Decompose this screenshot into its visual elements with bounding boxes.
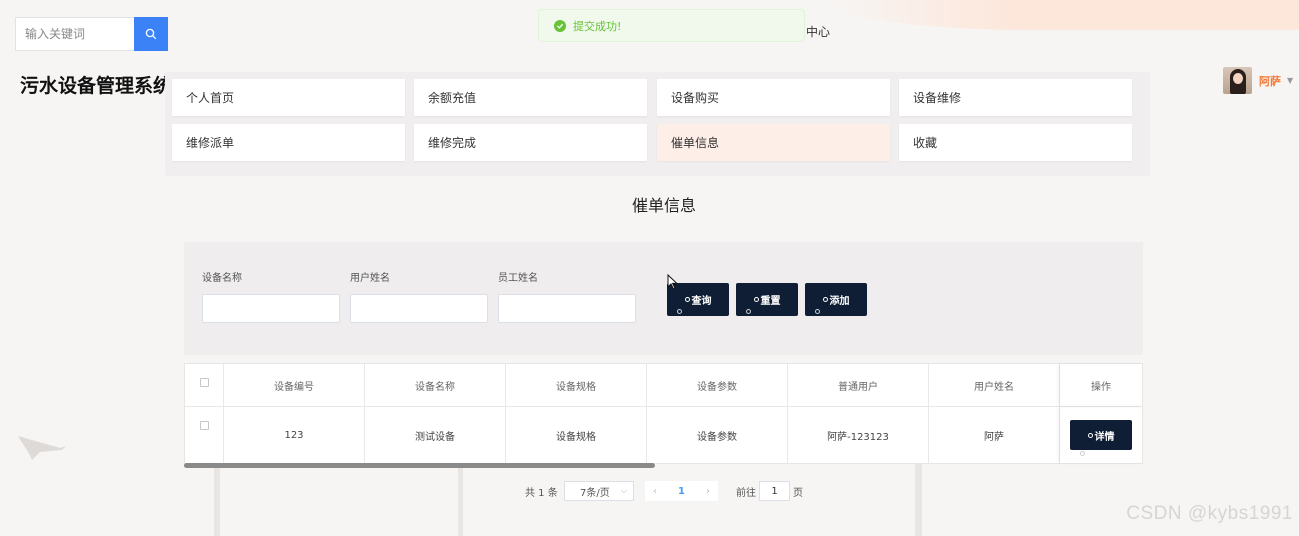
nav-item-home[interactable]: 个人首页 (172, 79, 405, 116)
details-button-label: 详情 (1094, 431, 1115, 443)
header-decoration (829, 0, 1299, 30)
column-header: 设备编号 (224, 364, 365, 406)
user-name-label: 用户姓名 (350, 273, 390, 284)
reset-button[interactable]: 重置 (736, 283, 798, 316)
staff-name-label: 员工姓名 (498, 273, 538, 284)
details-button[interactable]: 详情 (1070, 420, 1132, 456)
toast-message: 提交成功! (573, 19, 622, 33)
goto-label: 前往 (736, 487, 756, 499)
avatar[interactable] (1223, 67, 1252, 94)
reset-button-label: 重置 (760, 296, 781, 307)
prev-page-icon[interactable]: ‹ (653, 486, 657, 497)
page-number[interactable]: 1 (678, 486, 685, 497)
table-cell: 测试设备 (365, 407, 506, 463)
goto-page-input[interactable]: 1 (759, 481, 790, 501)
search-bar (15, 17, 168, 51)
table-cell: 123 (224, 407, 365, 463)
column-header: 设备参数 (647, 364, 788, 406)
caret-down-icon[interactable]: ▼ (1287, 76, 1293, 85)
search-icon (145, 28, 157, 40)
column-header: 用户姓名 (929, 364, 1060, 406)
user-name[interactable]: 阿萨 (1259, 73, 1281, 89)
watermark: CSDN @kybs1991 (1126, 503, 1293, 524)
page-suffix: 页 (793, 487, 803, 499)
success-toast: 提交成功! (538, 9, 805, 42)
action-cell: 详情 (1060, 407, 1142, 463)
dot-icon (684, 297, 690, 302)
staff-name-input[interactable] (498, 294, 636, 323)
user-name-input[interactable] (350, 294, 488, 323)
page-title: 催单信息 (631, 196, 696, 215)
search-input[interactable] (15, 17, 134, 51)
nav-panel: 个人首页 余额充值 设备购买 设备维修 维修派单 维修完成 催单信息 收藏 (165, 72, 1150, 176)
row-select-cell (185, 407, 224, 463)
nav-item-reminder-info[interactable]: 催单信息 (657, 124, 890, 161)
row-checkbox[interactable] (199, 421, 209, 430)
column-header: 操作 (1060, 364, 1142, 406)
table-cell: 阿萨-123123 (788, 407, 929, 463)
data-table: 设备编号 设备名称 设备规格 设备参数 普通用户 用户姓名 操作 123 测试设… (184, 363, 1143, 464)
table-cell: 阿萨 (929, 407, 1060, 463)
horizontal-scrollbar[interactable] (184, 463, 655, 468)
table-cell: 设备参数 (647, 407, 788, 463)
column-header: 普通用户 (788, 364, 929, 406)
filter-panel: 设备名称 用户姓名 员工姓名 查询 重置 添加 (184, 242, 1143, 355)
chevron-down-icon: ⌵ (620, 486, 627, 495)
table-header-row: 设备编号 设备名称 设备规格 设备参数 普通用户 用户姓名 操作 (185, 364, 1142, 407)
mouse-cursor-icon (667, 274, 679, 290)
pager: ‹ 1 › (645, 481, 718, 501)
nav-item-recharge[interactable]: 余额充值 (414, 79, 647, 116)
site-title: 污水设备管理系统 (20, 75, 173, 97)
nav-item-favorites[interactable]: 收藏 (899, 124, 1132, 161)
user-menu[interactable]: 阿萨 ▼ (1223, 67, 1293, 94)
check-circle-icon (554, 19, 566, 32)
table-row: 123 测试设备 设备规格 设备参数 阿萨-123123 阿萨 详情 (185, 407, 1142, 463)
device-name-input[interactable] (202, 294, 340, 323)
nav-item-repair-complete[interactable]: 维修完成 (414, 124, 647, 161)
center-nav-link[interactable]: 中心 (806, 23, 830, 40)
nav-item-device-repair[interactable]: 设备维修 (899, 79, 1132, 116)
nav-item-device-purchase[interactable]: 设备购买 (657, 79, 890, 116)
select-all-checkbox[interactable] (199, 378, 209, 387)
select-all-cell (185, 364, 224, 406)
page-size-value: 7条/页 (580, 487, 610, 499)
search-button[interactable] (134, 17, 168, 51)
add-button-label: 添加 (829, 296, 850, 307)
add-button[interactable]: 添加 (805, 283, 867, 316)
device-name-label: 设备名称 (202, 273, 242, 284)
dot-icon (1087, 432, 1093, 438)
dot-icon (822, 297, 828, 302)
pagination-total: 共 1 条 (525, 487, 558, 499)
column-header: 设备规格 (506, 364, 647, 406)
page-size-select[interactable]: 7条/页 ⌵ (564, 481, 634, 501)
column-header: 设备名称 (365, 364, 506, 406)
nav-item-repair-dispatch[interactable]: 维修派单 (172, 124, 405, 161)
table-cell: 设备规格 (506, 407, 647, 463)
next-page-icon[interactable]: › (706, 486, 710, 497)
query-button-label: 查询 (691, 296, 712, 307)
dot-icon (753, 297, 759, 302)
